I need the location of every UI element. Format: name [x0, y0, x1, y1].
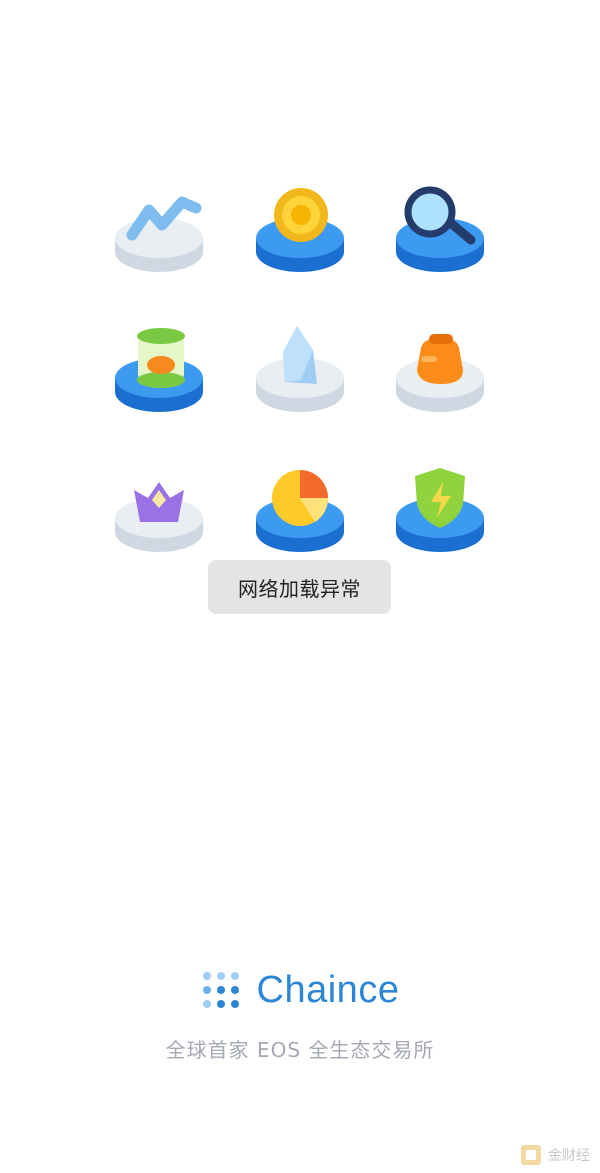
watermark-logo-icon [521, 1145, 541, 1165]
brand-tagline: 全球首家 EOS 全生态交易所 [165, 1038, 435, 1062]
crown-icon [104, 460, 214, 570]
crystal-icon [245, 320, 355, 430]
bag-icon [385, 320, 495, 430]
feature-icon-grid [0, 0, 600, 600]
watermark: 金财经 [520, 1143, 590, 1167]
trend-icon [104, 180, 214, 290]
network-error-toast: 网络加载异常 [208, 560, 391, 614]
shield-lightning-icon [385, 460, 495, 570]
jar-icon [104, 320, 214, 430]
watermark-text: 金财经 [548, 1148, 590, 1164]
chaince-logo-icon [202, 972, 239, 1008]
magnifier-icon [385, 180, 495, 290]
brand-name: Chaince [256, 968, 400, 1011]
pie-chart-icon [245, 460, 355, 570]
coin-icon [245, 180, 355, 290]
brand-lockup: Chaince [0, 962, 600, 1018]
